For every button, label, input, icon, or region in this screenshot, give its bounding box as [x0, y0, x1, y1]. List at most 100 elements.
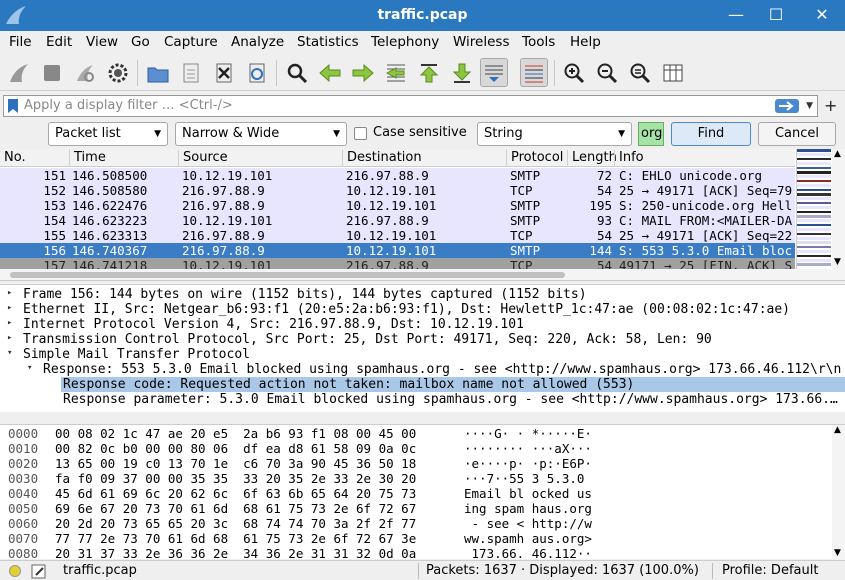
cell-info: S: 553 5.3.0 Email bloc — [619, 243, 793, 258]
collapsed-arrow-icon[interactable]: ▸ — [7, 318, 12, 328]
cancel-button[interactable]: Cancel — [758, 122, 836, 146]
menu-capture[interactable]: Capture — [164, 34, 218, 50]
go-last-icon[interactable] — [448, 58, 476, 87]
collapsed-arrow-icon[interactable]: ▸ — [7, 303, 12, 313]
column-protocol[interactable]: Protocol — [506, 150, 567, 167]
capture-options-icon[interactable] — [104, 58, 132, 87]
bytes-row[interactable]: 0010 00 82 0c b0 00 00 80 06 df ea d8 61 … — [0, 441, 830, 456]
char-width-select[interactable]: Narrow & Wide ▼ — [175, 122, 347, 146]
menu-analyze[interactable]: Analyze — [231, 34, 284, 50]
zoom-in-icon[interactable] — [560, 58, 588, 87]
status-profile[interactable]: Profile: Default — [722, 563, 818, 578]
shark-fin-start-icon[interactable] — [5, 58, 33, 87]
bytes-ascii: Email bl ocked us — [464, 486, 592, 501]
zoom-normal-icon[interactable] — [626, 58, 654, 87]
filter-history-chevron-down-icon[interactable]: ▼ — [806, 101, 813, 111]
menu-statistics[interactable]: Statistics — [297, 34, 359, 50]
collapsed-arrow-icon[interactable]: ▸ — [7, 333, 12, 343]
stop-capture-icon[interactable] — [38, 58, 66, 87]
tree-item[interactable]: ▾ Simple Mail Transfer Protocol — [0, 347, 845, 362]
table-row[interactable]: 151 146.508500 10.12.19.101 216.97.88.9 SMTP… — [0, 168, 795, 183]
maximize-button[interactable]: ☐ — [762, 4, 790, 26]
packet-list-vertical-scrollbar[interactable]: ▲ ▼ — [832, 149, 845, 269]
tree-item[interactable]: ▸ Ethernet II, Src: Netgear_b6:93:f1 (20:… — [0, 302, 845, 317]
menu-wireless[interactable]: Wireless — [453, 34, 510, 50]
auto-scroll-icon[interactable] — [480, 58, 508, 87]
bytes-row[interactable]: 0040 45 6d 61 69 6c 20 62 6c 6f 63 6b 65 … — [0, 486, 830, 501]
column-info[interactable]: Info — [614, 150, 795, 167]
scroll-up-icon[interactable]: ▲ — [834, 149, 841, 159]
find-packet-icon[interactable] — [283, 58, 311, 87]
tree-item[interactable]: ▾ Response: 553 5.3.0 Email blocked using… — [0, 362, 845, 377]
restart-capture-icon[interactable] — [71, 58, 99, 87]
display-filter-input[interactable]: Apply a display filter … <Ctrl-/> ▼ — [3, 95, 818, 117]
minimize-button[interactable]: — — [722, 4, 750, 26]
bytes-vertical-scrollbar[interactable]: ▲ ▼ — [832, 425, 845, 560]
filter-placeholder: Apply a display filter … <Ctrl-/> — [24, 98, 233, 113]
bytes-row[interactable]: 0030 fa f0 09 37 00 00 35 35 33 20 35 2e … — [0, 471, 830, 486]
capture-comment-pencil-icon[interactable] — [31, 563, 47, 579]
menu-edit[interactable]: Edit — [46, 34, 72, 50]
bytes-row[interactable]: 0020 13 65 00 19 c0 13 70 1e c6 70 3a 90 … — [0, 456, 830, 471]
status-packet-counts: Packets: 1637 · Displayed: 1637 (100.0%) — [426, 563, 699, 578]
bytes-row[interactable]: 0000 00 08 02 1c 47 ae 20 e5 2a b6 93 f1 … — [0, 426, 830, 441]
bytes-hex: fa f0 09 37 00 00 35 35 33 20 35 2e 33 2… — [55, 471, 417, 486]
search-in-select[interactable]: Packet list ▼ — [48, 122, 168, 146]
go-first-icon[interactable] — [415, 58, 443, 87]
close-window-button[interactable]: ✕ — [808, 4, 836, 26]
add-filter-button-plus-icon[interactable]: + — [824, 96, 837, 115]
zoom-out-icon[interactable] — [593, 58, 621, 87]
column-source[interactable]: Source — [178, 150, 342, 167]
save-file-icon[interactable] — [177, 58, 205, 87]
apply-filter-arrow-icon[interactable] — [775, 99, 799, 113]
table-row[interactable]: 154 146.623223 10.12.19.101 216.97.88.9 SMTP… — [0, 213, 795, 228]
go-forward-icon[interactable] — [349, 58, 377, 87]
go-to-packet-icon[interactable] — [382, 58, 410, 87]
column-length[interactable]: Length — [567, 150, 617, 167]
column-no[interactable]: No. — [0, 150, 69, 167]
collapsed-arrow-icon[interactable]: ▸ — [7, 288, 12, 298]
table-row[interactable]: 152 146.508580 216.97.88.9 10.12.19.101 TCP 5… — [0, 183, 795, 198]
reload-file-icon[interactable] — [243, 58, 271, 87]
table-row[interactable]: 156 146.740367 216.97.88.9 10.12.19.101 SMTP… — [0, 243, 795, 258]
tree-item[interactable]: ▸ Frame 156: 144 bytes on wire (1152 bits… — [0, 287, 845, 302]
menu-go[interactable]: Go — [131, 34, 150, 50]
find-input[interactable]: org — [638, 122, 664, 146]
bytes-row[interactable]: 0070 77 77 2e 73 70 61 6d 68 61 75 73 2e … — [0, 531, 830, 546]
find-button[interactable]: Find — [671, 122, 751, 146]
menu-help[interactable]: Help — [570, 34, 601, 50]
tree-item[interactable]: ▸ Internet Protocol Version 4, Src: 216.9… — [0, 317, 845, 332]
scroll-up-icon[interactable]: ▲ — [834, 425, 841, 435]
tree-item-label: Simple Mail Transfer Protocol — [23, 347, 250, 362]
table-row[interactable]: 155 146.623313 216.97.88.9 10.12.19.101 TCP 5… — [0, 228, 795, 243]
table-row[interactable]: 153 146.622476 216.97.88.9 10.12.19.101 SMTP… — [0, 198, 795, 213]
menu-telephony[interactable]: Telephony — [371, 34, 439, 50]
open-file-icon[interactable] — [144, 58, 172, 87]
packet-list-horizontal-scrollbar[interactable] — [0, 269, 845, 281]
expert-info-led-icon[interactable] — [9, 565, 21, 577]
menu-tools[interactable]: Tools — [522, 34, 555, 50]
go-back-icon[interactable] — [316, 58, 344, 87]
tree-item[interactable]: Response code: Requested action not take… — [0, 377, 845, 392]
menu-file[interactable]: File — [9, 34, 32, 50]
bytes-row[interactable]: 0050 69 6e 67 20 73 70 61 6d 68 61 75 73 … — [0, 501, 830, 516]
expanded-arrow-icon[interactable]: ▾ — [27, 363, 32, 373]
case-sensitive-checkbox[interactable] — [354, 127, 367, 140]
bytes-row[interactable]: 0060 20 2d 20 73 65 65 20 3c 68 74 74 70 … — [0, 516, 830, 531]
resize-columns-icon[interactable] — [659, 58, 687, 87]
tree-item[interactable]: Response parameter: 5.3.0 Email blocked … — [0, 392, 845, 407]
scroll-down-icon[interactable]: ▼ — [834, 548, 841, 558]
column-destination[interactable]: Destination — [342, 150, 506, 167]
packet-minimap[interactable] — [796, 149, 831, 269]
bookmark-icon[interactable] — [7, 98, 19, 114]
colorize-icon[interactable] — [520, 58, 548, 87]
menu-view[interactable]: View — [86, 34, 118, 50]
tree-item[interactable]: ▸ Transmission Control Protocol, Src Port… — [0, 332, 845, 347]
close-file-icon[interactable] — [210, 58, 238, 87]
scroll-down-icon[interactable]: ▼ — [834, 257, 841, 267]
column-time[interactable]: Time — [69, 150, 178, 167]
bytes-row[interactable]: 0080 20 31 37 33 2e 36 36 2e 34 36 2e 31 … — [0, 546, 830, 561]
expanded-arrow-icon[interactable]: ▾ — [7, 348, 12, 358]
search-type-select[interactable]: String ▼ — [477, 122, 632, 146]
bytes-hex: 00 82 0c b0 00 00 80 06 df ea d8 61 58 0… — [55, 441, 417, 456]
